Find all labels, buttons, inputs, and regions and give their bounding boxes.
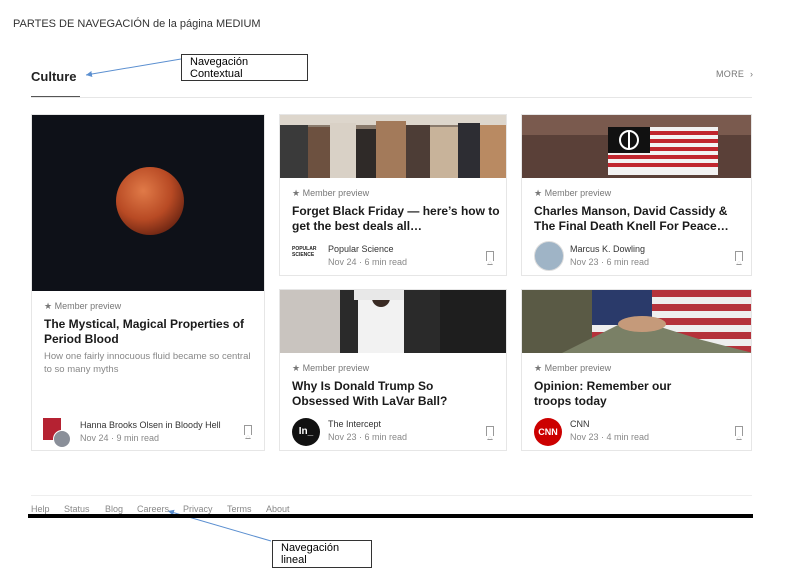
- story-title[interactable]: Charles Manson, David Cassidy & The Fina…: [534, 204, 744, 234]
- bookmark-icon[interactable]: [486, 426, 494, 440]
- contextual-arrow: [85, 58, 182, 77]
- publication-logo[interactable]: CNN: [534, 418, 562, 446]
- callout-linear-navigation: Navegación lineal: [272, 540, 372, 568]
- author-name[interactable]: Popular Science: [328, 244, 394, 254]
- chevron-right-icon: ›: [750, 69, 754, 79]
- story-meta: Nov 24 · 6 min read: [328, 257, 408, 267]
- member-preview-badge: ★ Member preview: [534, 188, 612, 198]
- story-title[interactable]: Forget Black Friday — here’s how to get …: [292, 204, 500, 234]
- publication-logo[interactable]: POPULAR SCIENCE: [292, 246, 318, 260]
- member-preview-badge: ★ Member preview: [292, 363, 370, 373]
- footer-divider: [31, 495, 752, 496]
- story-image-moon: [32, 115, 264, 291]
- footer-link-careers[interactable]: Careers: [137, 504, 169, 514]
- member-preview-badge: ★ Member preview: [534, 363, 612, 373]
- story-meta: Nov 24 · 9 min read: [80, 433, 160, 443]
- story-card[interactable]: ★ Member preview Opinion: Remember our t…: [521, 289, 752, 451]
- story-meta: Nov 23 · 6 min read: [328, 432, 408, 442]
- story-card[interactable]: ★ Member preview Why Is Donald Trump So …: [279, 289, 507, 451]
- footer-link-blog[interactable]: Blog: [105, 504, 123, 514]
- footer-link-about[interactable]: About: [266, 504, 290, 514]
- story-meta: Nov 23 · 4 min read: [570, 432, 650, 442]
- publication-logo[interactable]: In_: [292, 418, 320, 446]
- footer-link-help[interactable]: Help: [31, 504, 50, 514]
- section-divider: [31, 97, 752, 98]
- story-card[interactable]: ★ Member preview Forget Black Friday — h…: [279, 114, 507, 276]
- story-image-peace-flag-crowd: [522, 115, 751, 178]
- story-title[interactable]: Why Is Donald Trump So Obsessed With LaV…: [292, 379, 492, 409]
- bookmark-icon[interactable]: [735, 426, 743, 440]
- author-name[interactable]: Marcus K. Dowling: [570, 244, 645, 254]
- bookmark-icon[interactable]: [735, 251, 743, 265]
- author-avatar[interactable]: [534, 241, 564, 271]
- story-meta: Nov 23 · 6 min read: [570, 257, 650, 267]
- page-bottom-bar: [28, 514, 753, 518]
- story-card[interactable]: ★ Member preview The Mystical, Magical P…: [31, 114, 265, 451]
- author-name[interactable]: Hanna Brooks Olsen in Bloody Hell: [80, 420, 221, 430]
- story-title[interactable]: The Mystical, Magical Properties of Peri…: [44, 317, 258, 347]
- story-description: How one fairly innocuous fluid became so…: [44, 351, 251, 375]
- more-link[interactable]: MORE ›: [716, 69, 753, 79]
- story-image-clothes-rack: [280, 115, 506, 178]
- more-label: MORE: [716, 69, 745, 79]
- story-image-lavar-ball: [280, 290, 506, 353]
- section-title[interactable]: Culture: [31, 69, 77, 84]
- bookmark-icon[interactable]: [486, 251, 494, 265]
- story-card[interactable]: ★ Member preview Charles Manson, David C…: [521, 114, 752, 276]
- story-image-soldier-salute: [522, 290, 751, 353]
- author-name[interactable]: The Intercept: [328, 419, 381, 429]
- callout-lineal-label: Navegación lineal: [281, 542, 340, 566]
- story-title[interactable]: Opinion: Remember our troops today: [534, 379, 704, 409]
- footer-link-terms[interactable]: Terms: [227, 504, 252, 514]
- bookmark-icon[interactable]: [244, 425, 252, 439]
- author-avatar[interactable]: [53, 430, 71, 448]
- member-preview-badge: ★ Member preview: [292, 188, 370, 198]
- footer-link-status[interactable]: Status: [64, 504, 90, 514]
- author-name[interactable]: CNN: [570, 419, 590, 429]
- footer-link-privacy[interactable]: Privacy: [183, 504, 213, 514]
- member-preview-badge: ★ Member preview: [44, 301, 122, 311]
